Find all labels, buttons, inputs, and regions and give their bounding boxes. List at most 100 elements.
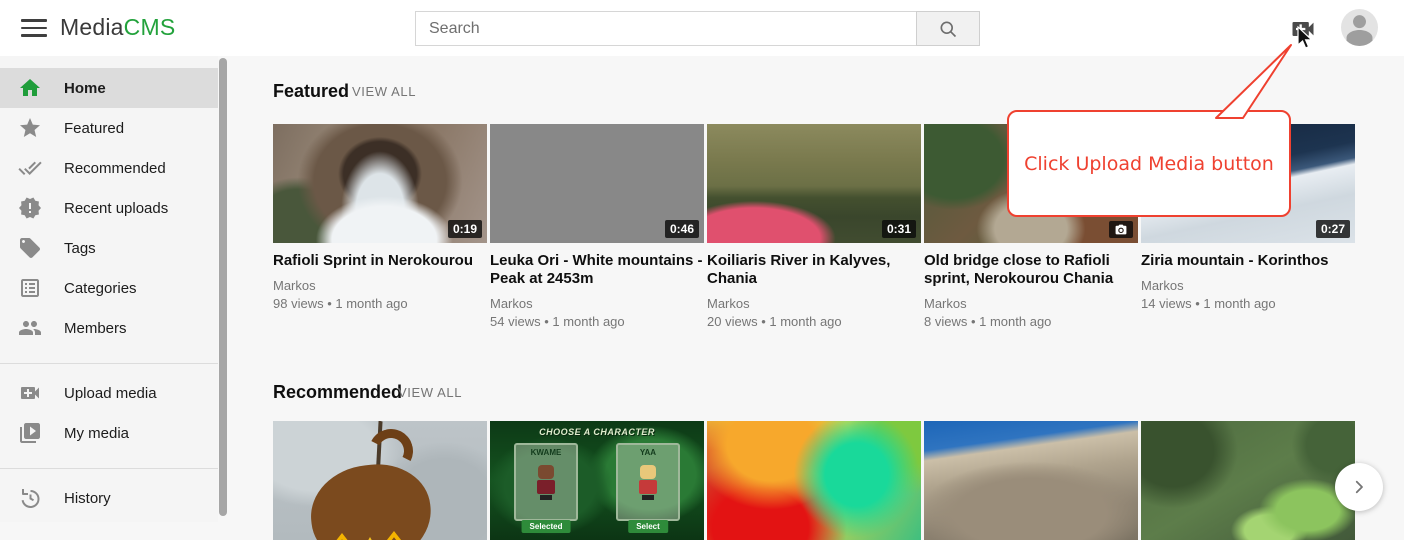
video-title[interactable]: Rafioli Sprint in Nerokourou (273, 252, 487, 270)
search-bar (415, 11, 980, 46)
history-icon (18, 486, 42, 510)
camera-icon (1114, 223, 1128, 236)
media-card (707, 421, 921, 540)
annotation-callout: Click Upload Media button (1007, 110, 1291, 217)
new-releases-icon (18, 196, 42, 220)
video-thumbnail[interactable] (1141, 421, 1355, 540)
character-sprite (638, 465, 658, 499)
character-panel: KWAME Selected (514, 443, 578, 521)
video-thumbnail[interactable]: 0:31 (707, 124, 921, 243)
sidebar-divider (0, 363, 218, 364)
video-meta: 14 views • 1 month ago (1141, 296, 1355, 311)
video-title[interactable]: Leuka Ori - White mountains - Peak at 24… (490, 252, 704, 288)
character-name: KWAME (516, 448, 576, 457)
logo[interactable]: MediaCMS (60, 14, 175, 41)
video-author[interactable]: Markos (924, 296, 1138, 311)
featured-view-all-link[interactable]: VIEW ALL (352, 84, 416, 99)
video-meta: 54 views • 1 month ago (490, 314, 704, 329)
recommended-view-all-link[interactable]: VIEW ALL (398, 385, 462, 400)
video-title[interactable]: Ziria mountain - Korinthos (1141, 252, 1355, 270)
duration-badge: 0:19 (448, 220, 482, 238)
upload-media-button[interactable] (1289, 15, 1317, 43)
sidebar-item-categories[interactable]: Categories (0, 268, 218, 308)
sidebar-item-label: Tags (64, 240, 96, 257)
top-header: MediaCMS (0, 0, 1404, 56)
sidebar-item-recommended[interactable]: Recommended (0, 148, 218, 188)
logo-media-text: Media (60, 14, 124, 40)
chevron-right-icon (1350, 478, 1368, 496)
media-type-badge (1109, 221, 1133, 238)
hamburger-menu-icon[interactable] (14, 8, 54, 48)
user-avatar[interactable] (1341, 9, 1378, 46)
sidebar-item-label: Recommended (64, 160, 166, 177)
people-icon (18, 316, 42, 340)
sidebar-item-history[interactable]: History (0, 478, 218, 518)
video-thumbnail[interactable] (273, 421, 487, 540)
character-panel: YAA Select (616, 443, 680, 521)
media-card: 0:31 Koiliaris River in Kalyves, Chania … (707, 124, 921, 329)
logo-cms-text: CMS (124, 14, 176, 40)
upload-media-icon (18, 381, 42, 405)
video-meta: 8 views • 1 month ago (924, 314, 1138, 329)
sidebar-item-label: Categories (64, 280, 137, 297)
duration-badge: 0:46 (665, 220, 699, 238)
video-thumbnail[interactable] (924, 421, 1138, 540)
media-card (1141, 421, 1355, 540)
list-icon (18, 276, 42, 300)
sidebar-item-my-media[interactable]: My media (0, 413, 218, 453)
sidebar-item-label: Featured (64, 120, 124, 137)
section-title-recommended: Recommended (273, 382, 402, 403)
sidebar: Home Featured Recommended Recent uploads… (0, 56, 218, 522)
video-title[interactable]: Old bridge close to Rafioli sprint, Nero… (924, 252, 1138, 288)
video-title[interactable]: Koiliaris River in Kalyves, Chania (707, 252, 921, 288)
sidebar-item-recent-uploads[interactable]: Recent uploads (0, 188, 218, 228)
duration-badge: 0:27 (1316, 220, 1350, 238)
media-card: 0:19 Rafioli Sprint in Nerokourou Markos… (273, 124, 487, 311)
media-card (273, 421, 487, 540)
sidebar-item-members[interactable]: Members (0, 308, 218, 348)
character-name: YAA (618, 448, 678, 457)
sidebar-item-label: My media (64, 425, 129, 442)
sidebar-item-label: Upload media (64, 385, 157, 402)
thumbnail-art (306, 459, 436, 540)
video-meta: 20 views • 1 month ago (707, 314, 921, 329)
video-thumbnail[interactable]: CHOOSE A CHARACTER KWAME Selected YAA Se… (490, 421, 704, 540)
star-icon (18, 116, 42, 140)
double-check-icon (18, 156, 42, 180)
video-thumbnail[interactable] (707, 421, 921, 540)
tag-icon (18, 236, 42, 260)
game-screen-title: CHOOSE A CHARACTER (490, 427, 704, 437)
video-library-icon (18, 421, 42, 445)
video-thumbnail[interactable]: 0:19 (273, 124, 487, 243)
search-input[interactable] (415, 11, 916, 46)
sidebar-divider (0, 468, 218, 469)
carousel-next-button[interactable] (1335, 463, 1383, 511)
sidebar-item-featured[interactable]: Featured (0, 108, 218, 148)
video-meta: 98 views • 1 month ago (273, 296, 487, 311)
search-button[interactable] (916, 11, 980, 46)
scrollbar-thumb[interactable] (219, 58, 227, 516)
video-author[interactable]: Markos (273, 278, 487, 293)
sidebar-item-label: History (64, 490, 111, 507)
avatar-icon (1341, 9, 1378, 46)
video-author[interactable]: Markos (1141, 278, 1355, 293)
video-author[interactable]: Markos (707, 296, 921, 311)
video-thumbnail[interactable]: 0:46 (490, 124, 704, 243)
sidebar-scrollbar[interactable] (219, 56, 227, 522)
home-icon (18, 76, 42, 100)
sidebar-item-label: Recent uploads (64, 200, 168, 217)
annotation-text: Click Upload Media button (1024, 153, 1274, 175)
media-card: 0:46 Leuka Ori - White mountains - Peak … (490, 124, 704, 329)
sidebar-item-label: Members (64, 320, 127, 337)
media-card (924, 421, 1138, 540)
sidebar-item-home[interactable]: Home (0, 68, 218, 108)
upload-media-icon (1289, 15, 1317, 43)
character-sprite (536, 465, 556, 499)
media-card: CHOOSE A CHARACTER KWAME Selected YAA Se… (490, 421, 704, 540)
duration-badge: 0:31 (882, 220, 916, 238)
video-author[interactable]: Markos (490, 296, 704, 311)
sidebar-item-upload-media[interactable]: Upload media (0, 373, 218, 413)
sidebar-item-tags[interactable]: Tags (0, 228, 218, 268)
search-icon (938, 19, 958, 39)
section-title-featured: Featured (273, 81, 349, 102)
